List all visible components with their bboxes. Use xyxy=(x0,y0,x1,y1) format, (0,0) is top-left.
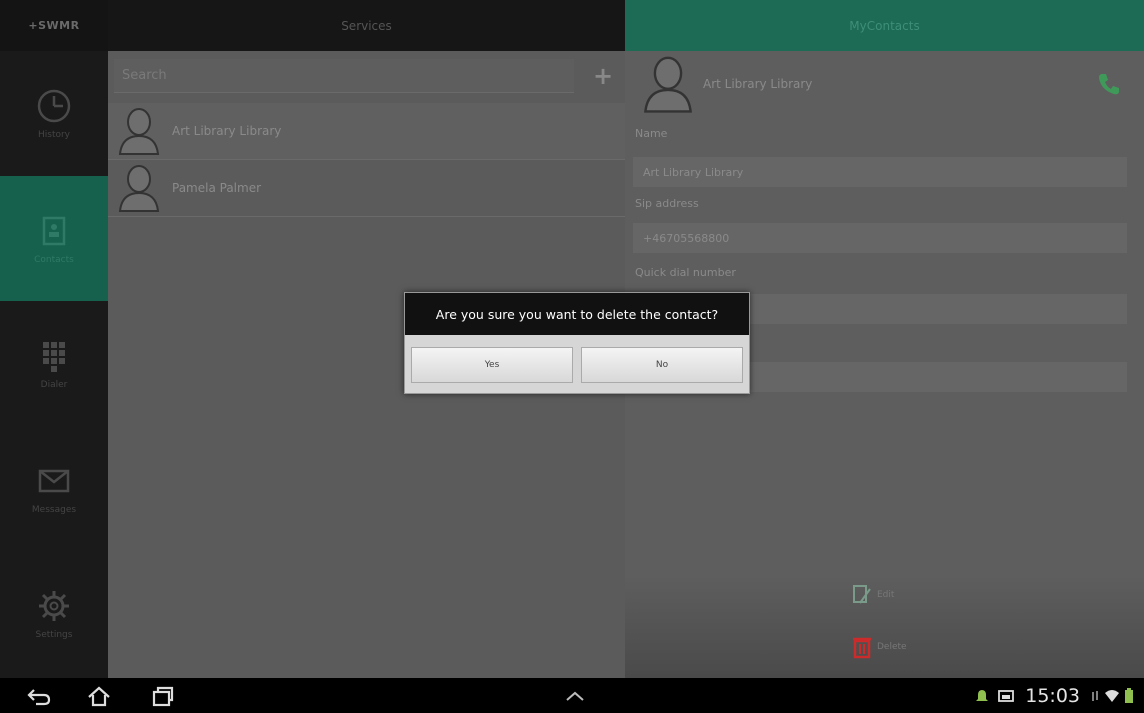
app-window: +SWMR Services MyContacts History Contac… xyxy=(0,0,1144,678)
wifi-icon xyxy=(1105,689,1119,702)
yes-button[interactable]: Yes xyxy=(411,347,573,383)
data-arrows-icon xyxy=(1092,690,1098,701)
notification-icon xyxy=(976,689,989,701)
battery-icon xyxy=(1125,687,1133,703)
home-icon[interactable] xyxy=(86,684,112,708)
recent-apps-icon[interactable] xyxy=(150,684,176,708)
status-area: 15:03 xyxy=(975,678,1134,713)
system-nav-bar: 15:03 xyxy=(0,678,1144,713)
status-time: 15:03 xyxy=(1025,684,1080,707)
chevron-up-icon[interactable] xyxy=(562,684,588,708)
back-icon[interactable] xyxy=(26,684,52,708)
confirm-delete-dialog: Are you sure you want to delete the cont… xyxy=(404,292,750,394)
dialog-title: Are you sure you want to delete the cont… xyxy=(405,293,749,335)
no-button[interactable]: No xyxy=(581,347,743,383)
screenshot-icon xyxy=(998,689,1015,702)
